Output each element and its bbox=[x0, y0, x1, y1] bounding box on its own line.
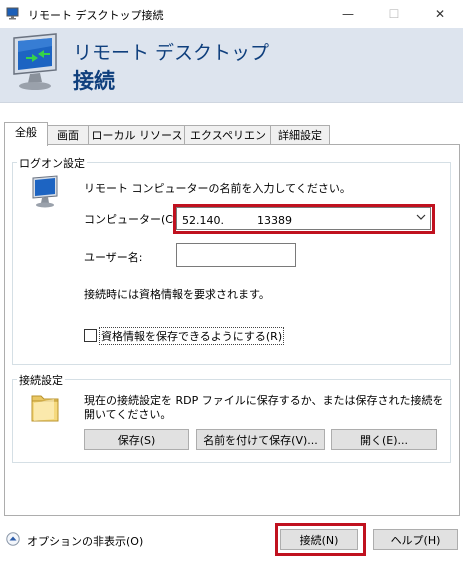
computer-field-highlight bbox=[173, 204, 435, 234]
folder-icon bbox=[31, 395, 59, 422]
save-button[interactable]: 保存(S) bbox=[84, 429, 189, 450]
hide-options-link[interactable]: オプションの非表示(O) bbox=[27, 533, 143, 549]
computer-name-instruction: リモート コンピューターの名前を入力してください。 bbox=[84, 182, 351, 195]
title-bar: リモート デスクトップ接続 — ☐ ✕ bbox=[0, 0, 463, 28]
tab-display[interactable]: 画面 bbox=[46, 125, 90, 145]
tab-advanced[interactable]: 詳細設定 bbox=[270, 125, 330, 145]
computer-icon bbox=[32, 175, 58, 208]
banner-title-line2: 接続 bbox=[73, 69, 115, 93]
open-button[interactable]: 開く(E)... bbox=[331, 429, 437, 450]
header-banner: リモート デスクトップ 接続 bbox=[0, 28, 463, 103]
help-button[interactable]: ヘルプ(H) bbox=[373, 529, 458, 550]
remote-desktop-monitor-icon bbox=[13, 33, 57, 90]
username-input[interactable] bbox=[176, 243, 296, 267]
remote-desktop-icon bbox=[6, 7, 19, 20]
connection-description-line2: 開いてください。 bbox=[84, 408, 172, 421]
minimize-button[interactable]: — bbox=[325, 0, 371, 28]
maximize-button[interactable]: ☐ bbox=[371, 0, 417, 28]
collapse-options-icon[interactable] bbox=[6, 532, 20, 546]
tab-general[interactable]: 全般 bbox=[4, 122, 48, 146]
tab-experience[interactable]: エクスペリエンス bbox=[184, 125, 272, 161]
logon-settings-label: ログオン設定 bbox=[17, 155, 87, 171]
window-title: リモート デスクトップ接続 bbox=[28, 9, 164, 22]
connection-settings-label: 接続設定 bbox=[17, 372, 65, 388]
banner-title-line1: リモート デスクトップ bbox=[73, 42, 270, 64]
save-credentials-label[interactable]: 資格情報を保存できるようにする(R) bbox=[99, 327, 285, 345]
save-as-button[interactable]: 名前を付けて保存(V)... bbox=[196, 429, 325, 450]
computer-label: コンピューター(C): bbox=[84, 213, 181, 226]
close-button[interactable]: ✕ bbox=[417, 0, 463, 28]
username-label: ユーザー名: bbox=[84, 251, 143, 264]
connect-button-highlight bbox=[275, 523, 366, 556]
save-credentials-checkbox[interactable] bbox=[84, 329, 97, 342]
credential-note: 接続時には資格情報を要求されます。 bbox=[84, 288, 270, 301]
tab-local-resources[interactable]: ローカル リソース bbox=[88, 125, 186, 145]
